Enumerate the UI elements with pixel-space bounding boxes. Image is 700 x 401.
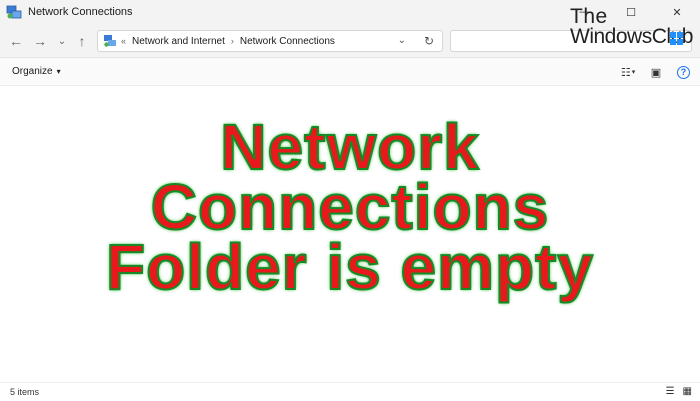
help-icon[interactable]: ? — [677, 65, 690, 79]
control-panel-icon — [104, 35, 116, 47]
change-view-glyph: ☷ — [620, 66, 631, 79]
forward-arrow-icon[interactable]: → — [30, 32, 50, 50]
up-arrow-icon[interactable]: ↑ — [72, 32, 92, 50]
headline-line-3: Folder is empty — [105, 231, 594, 303]
breadcrumb-overflow[interactable]: « — [121, 36, 126, 46]
organize-button[interactable]: Organize ▾ — [12, 66, 61, 77]
command-bar: Organize ▾ ☷ ▾ ▣ ? — [0, 58, 700, 86]
change-view-icon[interactable]: ☷ ▾ — [621, 65, 635, 79]
windows-logo-icon — [670, 32, 683, 45]
view-toggles: ☰ ▦ — [666, 386, 692, 397]
window-title: Network Connections — [28, 6, 133, 18]
address-dropdown-icon[interactable]: ⌄ — [398, 35, 406, 46]
command-bar-right: ☷ ▾ ▣ ? — [621, 65, 690, 79]
breadcrumb-network-connections[interactable]: Network Connections — [240, 36, 335, 47]
overlay-headline: Network Connections Folder is empty — [0, 111, 700, 303]
refresh-icon[interactable]: ↻ — [424, 34, 434, 48]
details-view-icon[interactable]: ☰ — [666, 386, 675, 397]
item-count: 5 items — [10, 387, 40, 397]
file-list-area[interactable]: Network Connections Folder is empty — [0, 87, 700, 382]
address-bar[interactable]: « Network and Internet › Network Connect… — [97, 30, 443, 52]
back-arrow-icon[interactable]: ← — [6, 32, 26, 50]
headline-line-2: Connections — [150, 171, 550, 243]
network-connections-icon — [6, 5, 22, 19]
recent-locations-icon[interactable]: ⌄ — [52, 32, 72, 50]
thewindowsclub-watermark: The WindowsClub — [570, 5, 693, 50]
change-view-caret-icon: ▾ — [631, 69, 636, 76]
tiles-view-icon[interactable]: ▦ — [683, 386, 692, 397]
organize-label: Organize — [12, 66, 53, 77]
breadcrumb-network-and-internet[interactable]: Network and Internet — [132, 36, 225, 47]
preview-pane-icon[interactable]: ▣ — [649, 65, 663, 79]
breadcrumb-separator: › — [230, 36, 234, 46]
status-bar: 5 items ☰ ▦ — [0, 382, 700, 401]
organize-caret-icon: ▾ — [56, 67, 61, 76]
headline-line-1: Network — [219, 111, 480, 183]
